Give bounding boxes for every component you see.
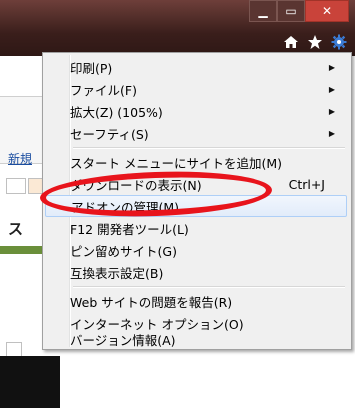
menu-item-zoom[interactable]: 拡大(Z) (105%) ▶: [45, 100, 347, 122]
menu-item-label: Web サイトの問題を報告(R): [70, 294, 233, 310]
menu-item-print[interactable]: 印刷(P) ▶: [45, 56, 347, 78]
submenu-arrow-icon: ▶: [328, 128, 335, 138]
menu-item-label: ファイル(F): [70, 82, 137, 98]
menu-item-compatibility-view[interactable]: 互換表示設定(B): [45, 261, 347, 283]
menu-item-pinned-sites[interactable]: ピン留めサイト(G): [45, 239, 347, 261]
menu-item-label: 拡大(Z) (105%): [70, 104, 163, 120]
close-button[interactable]: ✕: [305, 0, 349, 22]
menu-item-label: バージョン情報(A): [70, 333, 176, 348]
menu-item-developer-tools[interactable]: F12 開発者ツール(L): [45, 217, 347, 239]
window-controls: ▁ ▭ ✕: [249, 0, 349, 22]
menu-item-label: 互換表示設定(B): [70, 265, 164, 281]
minimize-button[interactable]: ▁: [249, 0, 277, 22]
page-input-box[interactable]: [6, 178, 26, 194]
tools-gear-icon[interactable]: [331, 34, 347, 50]
menu-item-label: スタート メニューにサイトを追加(M): [70, 155, 283, 171]
menu-item-about[interactable]: バージョン情報(A): [45, 333, 347, 348]
browser-titlebar: ▁ ▭ ✕: [0, 0, 355, 56]
menu-item-add-to-start[interactable]: スタート メニューにサイトを追加(M): [45, 151, 347, 173]
favorites-star-icon[interactable]: [307, 34, 323, 50]
maximize-button[interactable]: ▭: [277, 0, 305, 22]
page-heading: ス: [8, 220, 24, 238]
submenu-arrow-icon: ▶: [328, 62, 335, 72]
menu-item-file[interactable]: ファイル(F) ▶: [45, 78, 347, 100]
menu-item-safety[interactable]: セーフティ(S) ▶: [45, 122, 347, 144]
menu-item-shortcut: Ctrl+J: [288, 176, 325, 192]
menu-item-label: 印刷(P): [70, 60, 113, 76]
page-dark-block: [0, 356, 60, 408]
browser-toolbar: [283, 34, 347, 50]
menu-separator: [73, 147, 345, 149]
page-link[interactable]: 新規: [8, 150, 32, 167]
menu-item-label: F12 開発者ツール(L): [70, 221, 189, 237]
menu-item-label: ピン留めサイト(G): [70, 243, 177, 259]
menu-item-label: セーフティ(S): [70, 126, 149, 142]
home-icon[interactable]: [283, 34, 299, 50]
submenu-arrow-icon: ▶: [328, 84, 335, 94]
menu-item-report-problem[interactable]: Web サイトの問題を報告(R): [45, 290, 347, 312]
menu-separator: [73, 286, 345, 288]
submenu-arrow-icon: ▶: [328, 106, 335, 116]
